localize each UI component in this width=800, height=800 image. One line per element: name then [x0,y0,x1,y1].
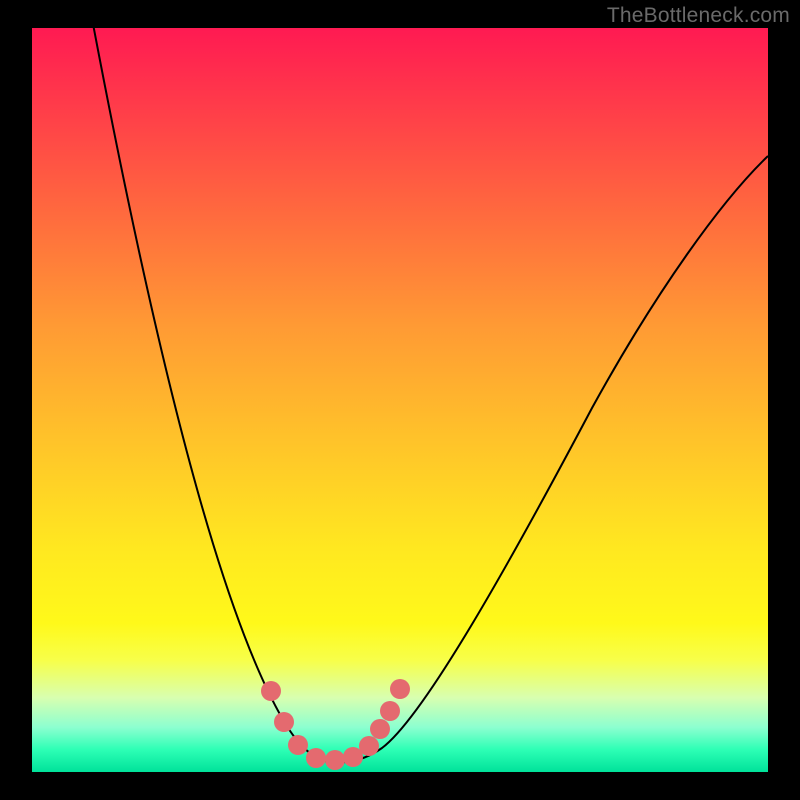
highlight-dot [306,748,326,768]
highlight-dot [288,735,308,755]
chart-plot-area [32,28,768,772]
highlight-dot [261,681,281,701]
highlight-dot [380,701,400,721]
highlight-dot [359,736,379,756]
chart-frame: TheBottleneck.com [0,0,800,800]
highlight-dot [325,750,345,770]
highlight-dot [390,679,410,699]
bottleneck-curve [90,28,768,763]
highlight-dot-group [261,679,410,770]
highlight-dot [274,712,294,732]
highlight-dot [370,719,390,739]
chart-svg [32,28,768,772]
watermark-text: TheBottleneck.com [607,4,790,28]
